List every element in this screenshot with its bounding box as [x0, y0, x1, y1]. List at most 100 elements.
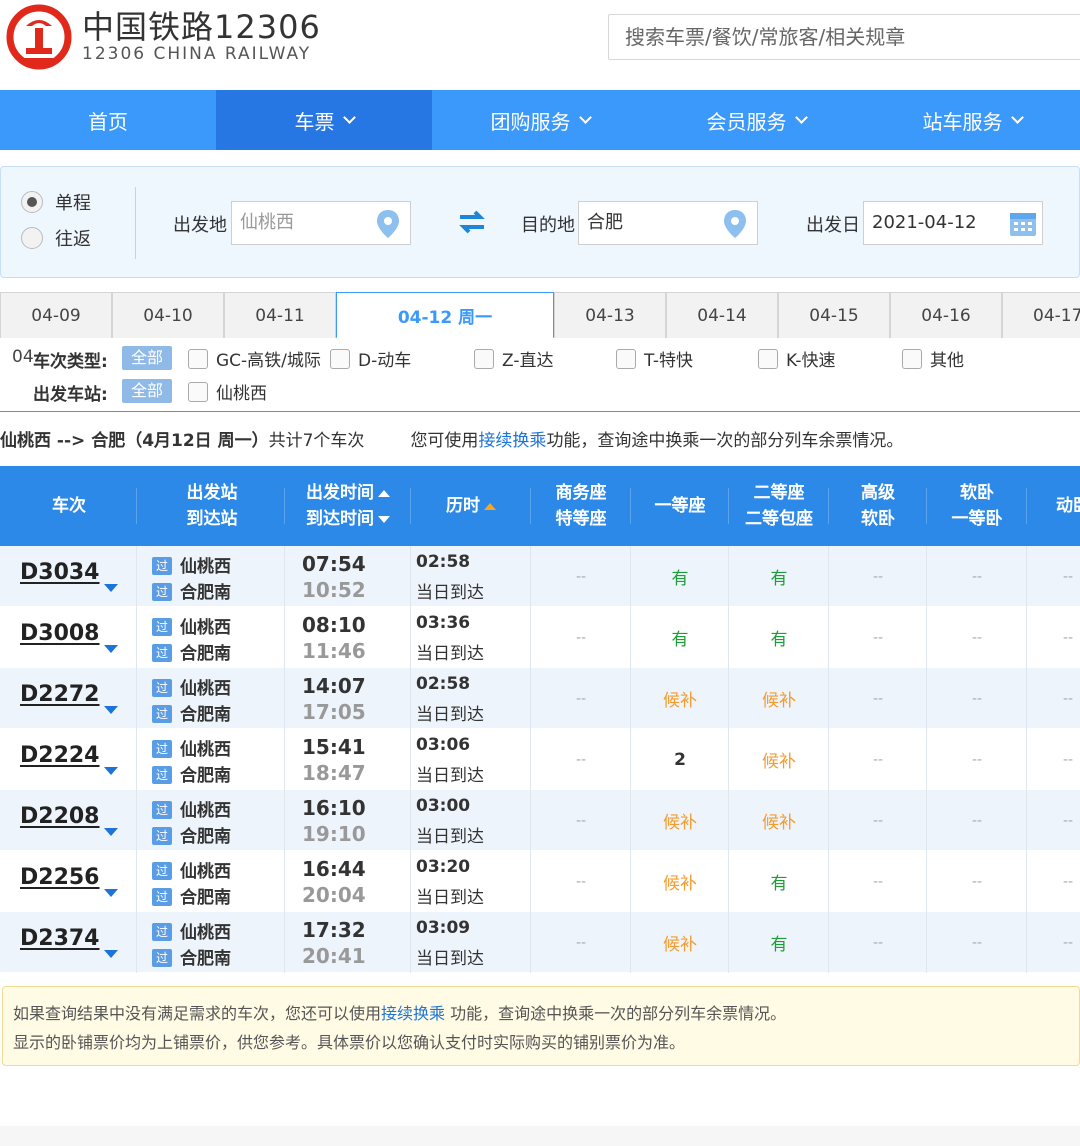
nav-member-service[interactable]: 会员服务	[648, 90, 864, 150]
transfer-link[interactable]: 接续换乘	[478, 431, 546, 451]
swap-stations-icon[interactable]	[456, 208, 488, 236]
seat-second[interactable]: 候补	[730, 790, 828, 851]
checkbox[interactable]	[758, 348, 778, 369]
seat-second[interactable]: 有	[730, 546, 828, 607]
filter-station[interactable]: 仙桃西	[188, 379, 267, 404]
col-times[interactable]: 出发时间 到达时间	[286, 466, 410, 546]
seat-first[interactable]: 有	[632, 607, 728, 668]
dep-station-all-button[interactable]: 全部	[122, 379, 172, 403]
col-duration[interactable]: 历时	[412, 466, 530, 546]
expand-stops-icon[interactable]	[104, 828, 118, 836]
filter-t[interactable]: T-特快	[616, 346, 693, 371]
date-tab[interactable]: 04-17	[1002, 292, 1080, 338]
seat-second[interactable]: 有	[730, 912, 828, 973]
seat-first[interactable]: 候补	[632, 790, 728, 851]
china-railway-logo-icon[interactable]	[6, 4, 72, 70]
cell-sep	[630, 729, 631, 790]
arrival-day: 当日到达	[416, 827, 484, 847]
chevron-down-icon	[578, 111, 592, 124]
sort-asc-icon[interactable]	[484, 502, 496, 510]
from-station-input[interactable]: 仙桃西	[231, 201, 411, 245]
nav-group-service[interactable]: 团购服务	[432, 90, 648, 150]
checkbox[interactable]	[330, 348, 350, 369]
train-number-link[interactable]: D2256	[20, 865, 100, 890]
seat-soft: --	[971, 934, 983, 951]
train-number-link[interactable]: D2272	[20, 682, 100, 707]
radio-oneway[interactable]	[21, 191, 43, 213]
train-number-link[interactable]: D2374	[20, 926, 100, 951]
cell-sep	[1026, 912, 1027, 973]
col-stations: 出发站 到达站	[138, 466, 286, 546]
radio-roundtrip[interactable]	[21, 227, 43, 249]
expand-stops-icon[interactable]	[104, 584, 118, 592]
trip-type-roundtrip-label: 往返	[55, 229, 91, 250]
expand-stops-icon[interactable]	[104, 706, 118, 714]
arrival-time: 20:04	[302, 883, 366, 907]
date-input[interactable]: 2021-04-12	[863, 201, 1043, 245]
filter-d-label: D-动车	[358, 351, 412, 371]
train-number-link[interactable]: D2224	[20, 743, 100, 768]
expand-stops-icon[interactable]	[104, 889, 118, 897]
cell-sep	[530, 851, 531, 912]
location-pin-icon[interactable]	[721, 208, 749, 240]
checkbox[interactable]	[616, 348, 636, 369]
filter-k[interactable]: K-快速	[758, 346, 836, 371]
filter-gc[interactable]: GC-高铁/城际	[188, 346, 321, 371]
col-arr-station-label: 到达站	[186, 509, 238, 529]
nav-tickets[interactable]: 车票	[216, 90, 432, 150]
seat-first[interactable]: 候补	[632, 668, 728, 729]
checkbox[interactable]	[188, 348, 208, 369]
to-station-input[interactable]: 合肥	[578, 201, 758, 245]
filter-other[interactable]: 其他	[902, 346, 964, 371]
seat-first[interactable]: 有	[632, 546, 728, 607]
date-tab[interactable]: 04-14	[666, 292, 778, 338]
table-row: D3034 过仙桃西过合肥南 07:54 10:52 02:58 当日到达 -- 有有 -- --…	[0, 546, 1080, 607]
seat-second[interactable]: 有	[730, 607, 828, 668]
date-tab[interactable]: 04-13	[554, 292, 666, 338]
train-type-label: 车次类型:	[33, 352, 108, 372]
date-tab[interactable]: 04-11	[224, 292, 336, 338]
expand-stops-icon[interactable]	[104, 950, 118, 958]
col-moving-label: 动卧	[1056, 496, 1080, 516]
date-tab-active[interactable]: 04-12 周一	[336, 292, 554, 339]
train-number-link[interactable]: D2208	[20, 804, 100, 829]
expand-stops-icon[interactable]	[104, 645, 118, 653]
notice-transfer-link[interactable]: 接续换乘	[381, 1004, 445, 1023]
filter-z[interactable]: Z-直达	[474, 346, 553, 371]
nav-group-label: 团购服务	[490, 109, 571, 134]
seat-first[interactable]: 2	[632, 729, 728, 790]
trip-type-oneway[interactable]: 单程	[21, 189, 91, 215]
checkbox[interactable]	[474, 348, 494, 369]
col-sep	[926, 488, 927, 524]
sort-asc-icon[interactable]	[378, 489, 390, 497]
checkbox[interactable]	[188, 381, 208, 402]
cell-sep	[828, 668, 829, 729]
seat-second[interactable]: 候补	[730, 729, 828, 790]
nav-home[interactable]: 首页	[0, 90, 216, 150]
cell-sep	[926, 607, 927, 668]
date-tab[interactable]: 04-15	[778, 292, 890, 338]
trip-type-roundtrip[interactable]: 往返	[21, 225, 91, 251]
checkbox[interactable]	[902, 348, 922, 369]
seat-first[interactable]: 候补	[632, 912, 728, 973]
seat-first[interactable]: 候补	[632, 851, 728, 912]
nav-station-service[interactable]: 站车服务	[864, 90, 1080, 150]
sort-desc-icon[interactable]	[378, 515, 390, 523]
site-search-input[interactable]: 搜索车票/餐饮/常旅客/相关规章	[608, 14, 1080, 60]
train-number-link[interactable]: D3008	[20, 621, 100, 646]
expand-stops-icon[interactable]	[104, 767, 118, 775]
cell-sep	[1026, 729, 1027, 790]
departure-station: 仙桃西	[180, 618, 231, 638]
date-tab[interactable]: 04-09	[0, 292, 112, 338]
cell-sep	[1026, 607, 1027, 668]
filter-d[interactable]: D-动车	[330, 346, 411, 371]
seat-second[interactable]: 有	[730, 851, 828, 912]
date-tab[interactable]: 04-10	[112, 292, 224, 338]
train-number-link[interactable]: D3034	[20, 560, 100, 585]
calendar-icon[interactable]	[1008, 208, 1038, 238]
seat-second[interactable]: 候补	[730, 668, 828, 729]
date-tab[interactable]: 04-16	[890, 292, 1002, 338]
train-type-all-button[interactable]: 全部	[122, 346, 172, 370]
location-pin-icon[interactable]	[374, 208, 402, 240]
seat-moving: --	[1062, 873, 1074, 890]
